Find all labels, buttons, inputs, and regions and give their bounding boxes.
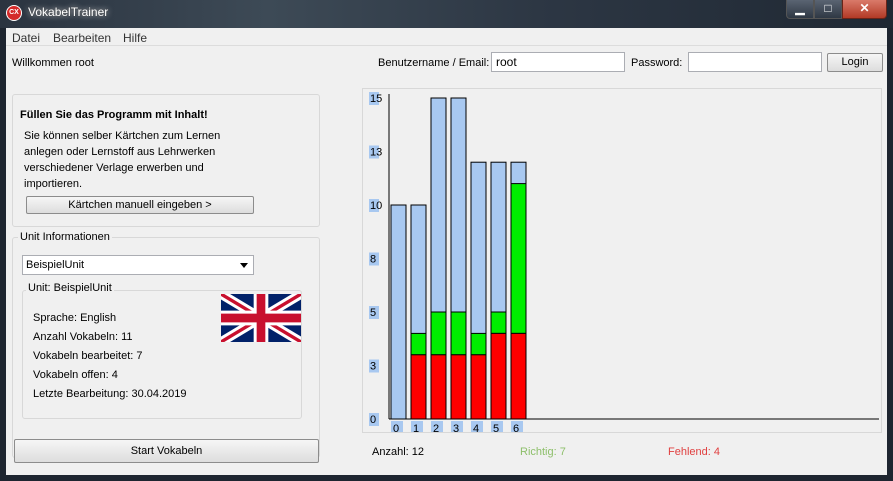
promo-line: anlegen oder Lernstoff aus Lehrwerken <box>24 146 216 158</box>
unit-vocab-open: Vokabeln offen: 4 <box>33 369 118 381</box>
bar-missing <box>430 354 447 420</box>
menu-bar: Datei Bearbeiten Hilfe <box>6 28 887 46</box>
status-correct: Richtig: 7 <box>520 446 566 458</box>
unit-info-title: Unit Informationen <box>18 231 112 243</box>
password-field[interactable] <box>688 52 822 72</box>
menu-hilfe[interactable]: Hilfe <box>123 31 147 45</box>
bar-correct <box>430 311 447 356</box>
chevron-down-icon <box>240 263 248 268</box>
client-area: Datei Bearbeiten Hilfe Willkommen root B… <box>6 28 887 475</box>
welcome-text: Willkommen root <box>12 57 94 69</box>
x-tick-label: 2 <box>433 423 439 432</box>
close-button[interactable]: ✕ <box>842 0 887 19</box>
y-tick-label: 10 <box>370 200 382 212</box>
start-vocab-button[interactable]: Start Vokabeln <box>14 439 319 463</box>
promo-line: importieren. <box>24 178 83 190</box>
uk-flag-icon <box>221 294 301 342</box>
x-tick-label: 3 <box>453 423 459 432</box>
unit-last-edit: Letzte Bearbeitung: 30.04.2019 <box>33 388 187 400</box>
y-tick-label: 3 <box>370 361 376 373</box>
x-tick-label: 6 <box>513 423 519 432</box>
bar-correct <box>410 332 427 356</box>
unit-vocab-edited: Vokabeln bearbeitet: 7 <box>33 350 143 362</box>
x-tick-label: 4 <box>473 423 479 432</box>
y-tick-label: 15 <box>370 93 382 105</box>
window-controls: ▁ □ ✕ <box>786 0 887 19</box>
menu-datei[interactable]: Datei <box>12 31 40 45</box>
title-bar: CX VokabelTrainer ▁ □ ✕ <box>0 0 893 28</box>
unit-select[interactable]: BeispielUnit <box>22 255 254 275</box>
x-tick-label: 0 <box>393 423 399 432</box>
y-tick-label: 13 <box>370 147 382 159</box>
username-label: Benutzername / Email: <box>378 57 490 69</box>
unit-vocab-count: Anzahl Vokabeln: 11 <box>33 331 133 343</box>
bar-correct <box>470 332 487 356</box>
status-count: Anzahl: 12 <box>372 446 424 458</box>
bar-total <box>390 204 407 420</box>
bar-missing <box>470 354 487 420</box>
bar-correct <box>450 311 467 356</box>
unit-details-group: Sprache: English Anzahl Vokabeln: 11 Vok… <box>22 290 302 419</box>
promo-line: Sie können selber Kärtchen zum Lernen <box>24 130 221 142</box>
y-tick-label: 8 <box>370 254 376 266</box>
bar-correct <box>510 183 527 334</box>
bar-missing <box>510 332 527 420</box>
window-title: VokabelTrainer <box>28 5 109 19</box>
password-label: Password: <box>631 57 683 69</box>
maximize-button[interactable]: □ <box>814 0 842 19</box>
chart-panel: 0 3 5 8 10 13 15 0 1 2 3 4 5 6 <box>362 88 882 435</box>
promo-line: verschiedener Verlage erwerben und <box>24 162 204 174</box>
menu-bearbeiten[interactable]: Bearbeiten <box>53 31 111 45</box>
y-tick-label: 0 <box>370 414 376 426</box>
login-button[interactable]: Login <box>827 53 883 72</box>
app-icon: CX <box>6 5 22 21</box>
bar-missing <box>450 354 467 420</box>
promo-panel: Füllen Sie das Programm mit Inhalt! Sie … <box>12 94 320 227</box>
y-tick-label: 5 <box>370 307 376 319</box>
x-tick-label: 5 <box>493 423 499 432</box>
minimize-button[interactable]: ▁ <box>786 0 814 19</box>
progress-chart: 0 3 5 8 10 13 15 0 1 2 3 4 5 6 <box>369 92 879 435</box>
unit-details-title: Unit: BeispielUnit <box>26 282 114 294</box>
status-missing: Fehlend: 4 <box>668 446 720 458</box>
manual-entry-button[interactable]: Kärtchen manuell eingeben > <box>26 196 254 214</box>
bar-correct <box>490 311 507 334</box>
unit-select-value: BeispielUnit <box>26 259 85 271</box>
username-field[interactable]: root <box>491 52 625 72</box>
unit-language: Sprache: English <box>33 312 117 324</box>
bar-missing <box>490 332 507 420</box>
x-tick-label: 1 <box>413 423 419 432</box>
bar-missing <box>410 354 427 420</box>
promo-title: Füllen Sie das Programm mit Inhalt! <box>20 109 208 121</box>
promo-text: Sie können selber Kärtchen zum Lernen an… <box>24 128 220 192</box>
